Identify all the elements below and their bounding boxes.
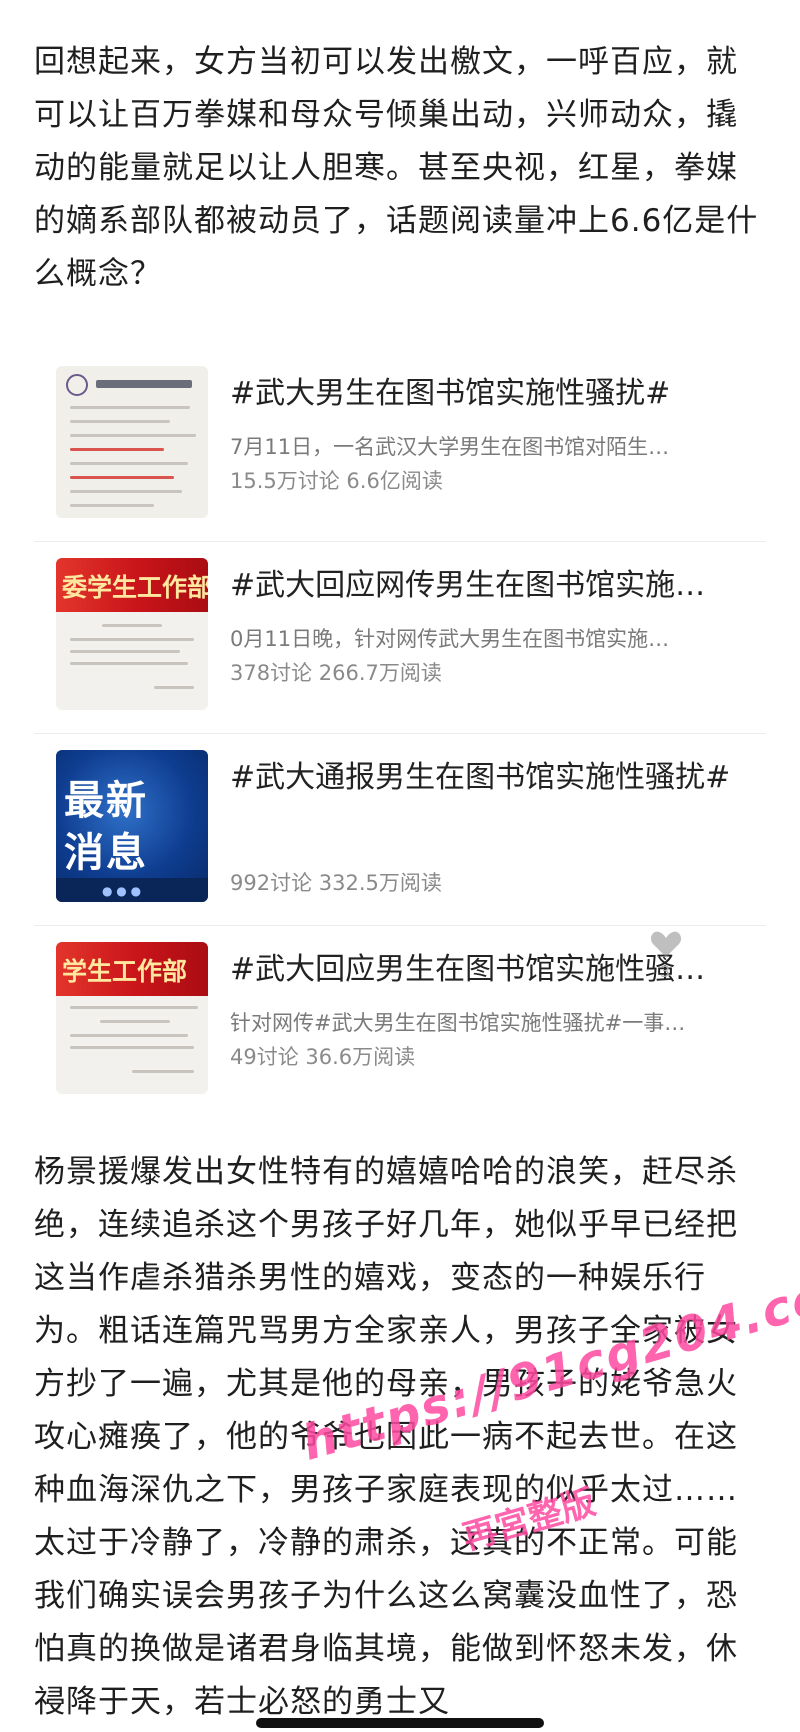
article-paragraph-1: 回想起来，女方当初可以发出檄文，一呼百应，就可以让百万拳媒和母众号倾巢出动，兴师…: [34, 44, 759, 292]
topic-card-3[interactable]: 最新 消息 ● ● ● #武大通报男生在图书馆实施性骚扰# 992讨论 332.…: [34, 734, 766, 926]
topic-thumbnail-4: 学生工作部: [56, 942, 208, 1094]
topic-title[interactable]: #武大通报男生在图书馆实施性骚扰#: [230, 756, 740, 800]
topic-description: 针对网传#武大男生在图书馆实施性骚扰#一事…: [230, 1011, 686, 1035]
topic-card-list: #武大男生在图书馆实施性骚扰# 7月11日，一名武汉大学男生在图书馆对陌生… 1…: [34, 350, 766, 1118]
topic-title[interactable]: #武大男生在图书馆实施性骚扰#: [230, 372, 740, 416]
topic-description: 0月11日晚，针对网传武大男生在图书馆实施…: [230, 627, 670, 651]
topic-stats: 378讨论 266.7万阅读: [230, 661, 442, 685]
thumbnail-headline-line2: 消息: [64, 830, 148, 876]
topic-stats: 15.5万讨论 6.6亿阅读: [230, 469, 443, 493]
thumbnail-channel-mark: ● ● ●: [102, 884, 142, 898]
thumbnail-banner-text: 学生工作部: [62, 957, 188, 986]
topic-card-2[interactable]: 委学生工作部 #武大回应网传男生在图书馆实施… 0月11日晚，针对网传武大男生在…: [34, 542, 766, 734]
thumbnail-banner-text: 委学生工作部: [62, 573, 208, 602]
thumbnail-headline-line1: 最新: [64, 778, 148, 824]
topic-thumbnail-3: 最新 消息 ● ● ●: [56, 750, 208, 902]
home-indicator[interactable]: [256, 1718, 544, 1728]
topic-card-1[interactable]: #武大男生在图书馆实施性骚扰# 7月11日，一名武汉大学男生在图书馆对陌生… 1…: [34, 350, 766, 542]
heart-icon[interactable]: [650, 930, 682, 958]
topic-thumbnail-2: 委学生工作部: [56, 558, 208, 710]
topic-stats: 992讨论 332.5万阅读: [230, 871, 442, 895]
like-count: 3: [660, 962, 671, 981]
topic-description: 7月11日，一名武汉大学男生在图书馆对陌生…: [230, 435, 670, 459]
topic-title[interactable]: #武大回应网传男生在图书馆实施…: [230, 564, 740, 608]
topic-thumbnail-1: [56, 366, 208, 518]
topic-stats: 49讨论 36.6万阅读: [230, 1045, 416, 1069]
